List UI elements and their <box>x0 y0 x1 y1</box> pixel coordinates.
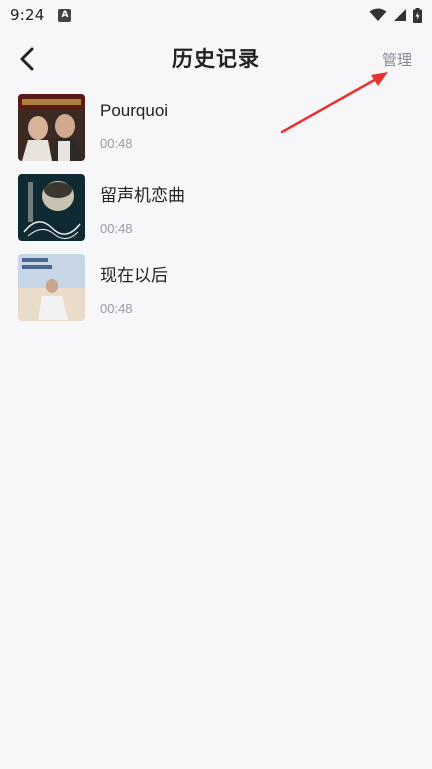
status-time: 9:24 <box>10 6 45 24</box>
history-item-meta: 现在以后 00:48 <box>100 254 168 316</box>
notification-icon: A <box>58 8 72 22</box>
song-title: 留声机恋曲 <box>100 186 185 205</box>
chevron-left-icon <box>20 47 34 71</box>
history-item-meta: Pourquoi 00:48 <box>100 94 168 151</box>
signal-icon <box>394 9 406 21</box>
status-bar: 9:24 A <box>0 0 432 30</box>
album-cover-1 <box>18 94 85 161</box>
song-title: 现在以后 <box>100 266 168 285</box>
page-title: 历史记录 <box>172 47 260 71</box>
history-item-2[interactable]: 留声机恋曲 00:48 <box>0 174 432 254</box>
header-bar: 历史记录 管理 <box>0 30 432 86</box>
song-duration: 00:48 <box>100 221 133 236</box>
back-button[interactable] <box>12 44 42 74</box>
song-duration: 00:48 <box>100 136 133 151</box>
album-cover-2 <box>18 174 85 241</box>
album-cover-3 <box>18 254 85 321</box>
history-item-meta: 留声机恋曲 00:48 <box>100 174 185 236</box>
status-icons <box>369 7 422 23</box>
manage-button[interactable]: 管理 <box>382 49 412 70</box>
wifi-icon <box>369 8 387 21</box>
history-list: Pourquoi 00:48 留声机恋曲 00:48 现在以后 00:48 <box>0 94 432 334</box>
battery-icon <box>413 7 422 23</box>
song-title: Pourquoi <box>100 101 169 120</box>
history-item-1[interactable]: Pourquoi 00:48 <box>0 94 432 174</box>
song-duration: 00:48 <box>100 301 133 316</box>
history-item-3[interactable]: 现在以后 00:48 <box>0 254 432 334</box>
